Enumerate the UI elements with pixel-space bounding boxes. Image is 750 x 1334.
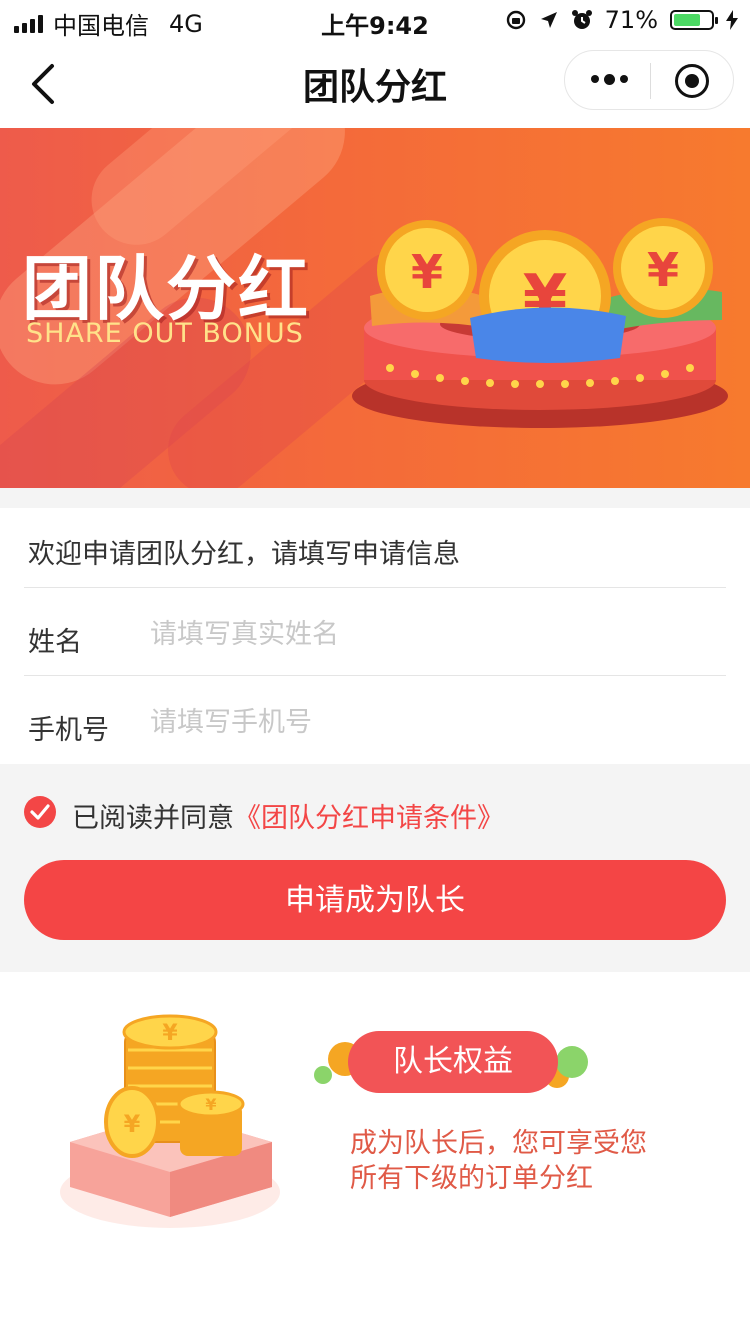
- svg-text:¥: ¥: [162, 1021, 178, 1046]
- coins-podium-illustration: ¥ ¥ ¥: [352, 218, 728, 428]
- checkmark-icon: [30, 804, 50, 820]
- captain-rights-badge: 队长权益: [348, 1031, 558, 1093]
- captain-rights-section: ¥ ¥ ¥ 队长权益 成为队长后，您可享受您 所有下级的订单分红: [0, 972, 750, 1334]
- alarm-clock-icon: [571, 10, 592, 29]
- decor-circle: [556, 1046, 588, 1078]
- battery-icon: [670, 10, 718, 30]
- application-form: 欢迎申请团队分红，请填写申请信息 姓名 手机号: [0, 508, 750, 764]
- agreement-section: 已阅读并同意《团队分红申请条件》 申请成为队长: [0, 764, 750, 972]
- banner: 团队分红 SHARE OUT BONUS ¥ ¥ ¥: [0, 128, 750, 488]
- status-bar: 中国电信 4G 上午9:42 71%: [0, 0, 750, 40]
- svg-text:¥: ¥: [124, 1110, 141, 1138]
- rights-line-1: 成为队长后，您可享受您: [350, 1128, 647, 1159]
- name-input[interactable]: [150, 616, 650, 652]
- target-circle-icon[interactable]: [675, 64, 709, 98]
- form-divider: [24, 675, 726, 676]
- coin-symbol: ¥: [647, 243, 679, 297]
- battery-fill: [674, 14, 700, 26]
- charging-bolt-icon: [726, 10, 738, 30]
- rights-line-2: 所有下级的订单分红: [350, 1163, 593, 1194]
- svg-text:¥: ¥: [205, 1095, 216, 1114]
- nav-bar: 团队分红: [0, 40, 750, 128]
- agreement-text: 已阅读并同意《团队分红申请条件》: [72, 796, 504, 835]
- location-arrow-icon: [540, 12, 557, 28]
- battery-percent: 71%: [604, 6, 658, 34]
- phone-label: 手机号: [28, 715, 109, 746]
- form-divider: [24, 587, 726, 588]
- more-dots-icon[interactable]: [589, 67, 629, 91]
- name-label: 姓名: [28, 627, 82, 658]
- captain-rights-description: 成为队长后，您可享受您 所有下级的订单分红: [350, 1126, 680, 1196]
- status-right: 71%: [505, 6, 738, 34]
- agree-checkbox[interactable]: [24, 796, 56, 828]
- banner-subtitle: SHARE OUT BONUS: [26, 318, 304, 349]
- apply-captain-button[interactable]: 申请成为队长: [24, 860, 726, 940]
- coin-stack-illustration: ¥ ¥ ¥: [60, 1014, 280, 1228]
- rotation-lock-icon: [506, 10, 525, 30]
- agreement-link[interactable]: 《团队分红申请条件》: [234, 803, 504, 834]
- section-divider: [0, 488, 750, 508]
- coin-symbol: ¥: [411, 245, 443, 299]
- agreement-label: 已阅读并同意: [72, 803, 234, 834]
- mini-program-capsule: [564, 50, 734, 110]
- form-welcome: 欢迎申请团队分红，请填写申请信息: [28, 539, 460, 570]
- phone-input[interactable]: [150, 704, 650, 740]
- decor-circle: [314, 1066, 332, 1084]
- capsule-divider: [650, 63, 651, 99]
